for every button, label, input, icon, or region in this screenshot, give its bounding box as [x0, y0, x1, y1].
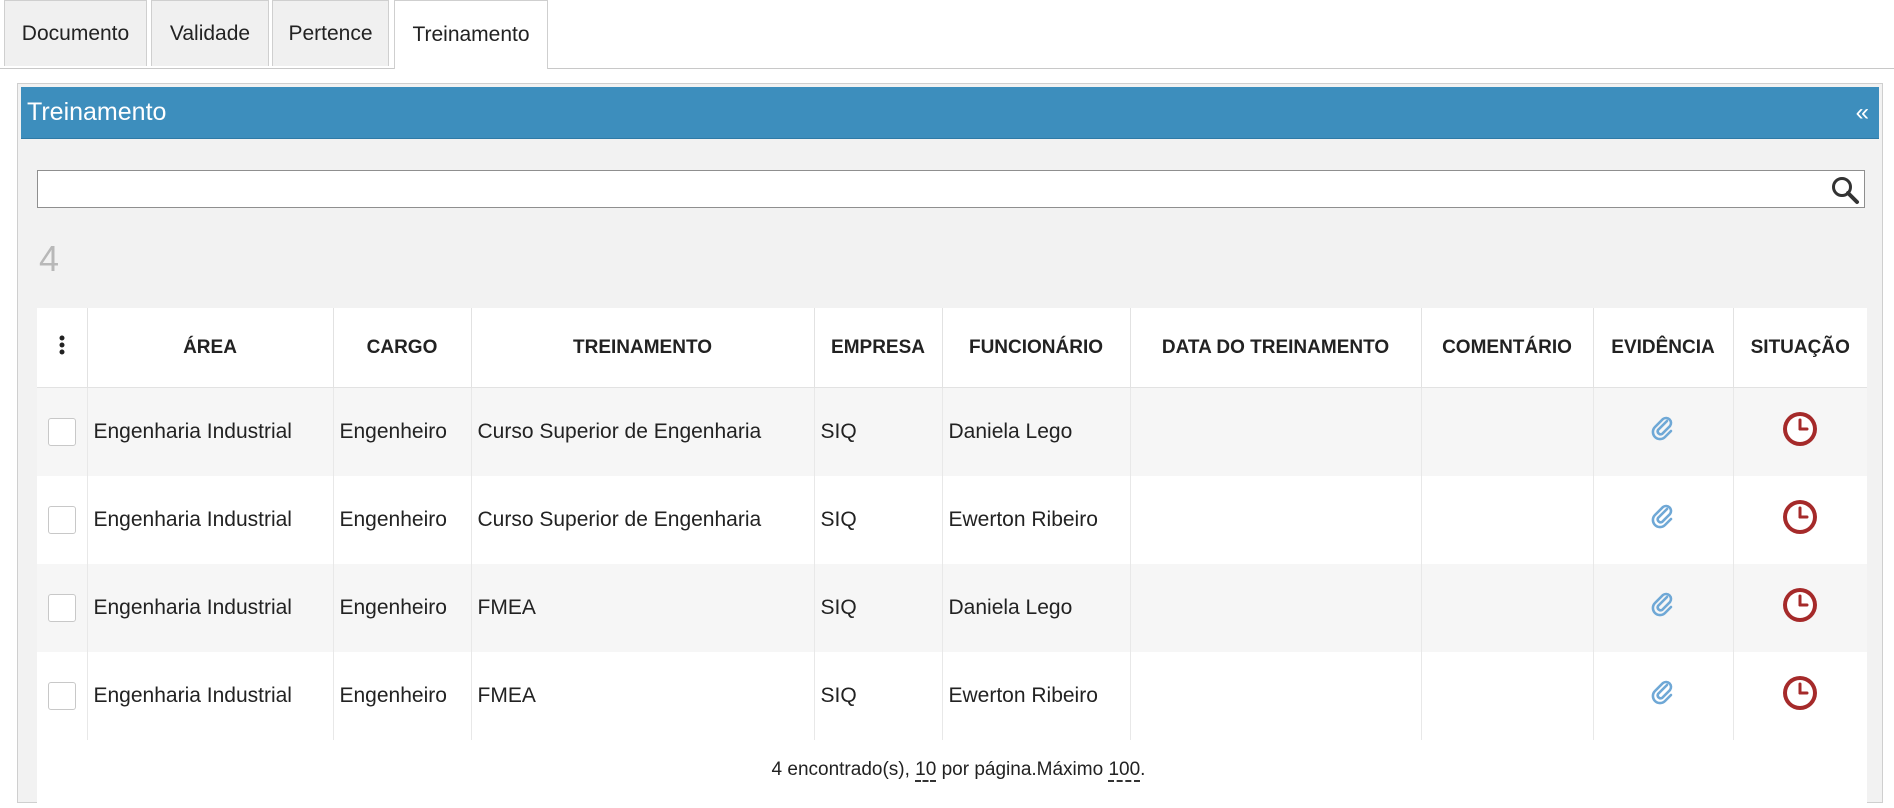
cell-area: Engenharia Industrial [86, 564, 333, 652]
panel-title: Treinamento [27, 98, 167, 126]
cell-funcionario: Ewerton Ribeiro [941, 652, 1130, 740]
cell-comentario [1420, 387, 1593, 476]
row-checkbox[interactable] [47, 418, 76, 446]
clock-icon[interactable] [1780, 673, 1820, 719]
collapse-icon[interactable]: « [1856, 99, 1869, 127]
cell-evidencia [1592, 476, 1733, 564]
treinamento-panel: Treinamento « 4 ÁREA CARGO TREINAMENTO E… [17, 83, 1883, 808]
tab-bar: Documento Validade Pertence Treinamento [0, 0, 1894, 69]
cell-cargo: Engenheiro [332, 652, 471, 740]
cell-situacao [1732, 476, 1867, 564]
tab-treinamento[interactable]: Treinamento [394, 0, 548, 69]
training-table-container: ÁREA CARGO TREINAMENTO EMPRESA FUNCIONÁR… [37, 308, 1867, 808]
training-table: ÁREA CARGO TREINAMENTO EMPRESA FUNCIONÁR… [37, 308, 1867, 800]
row-select-cell [37, 564, 87, 652]
per-page-selector[interactable]: 10 [915, 759, 937, 782]
cell-empresa: SIQ [813, 652, 942, 740]
panel-header: Treinamento « [21, 87, 1879, 139]
paperclip-icon[interactable] [1650, 680, 1676, 712]
table-row[interactable]: Engenharia Industrial Engenheiro Curso Sup… [37, 387, 1867, 476]
column-header-funcionario[interactable]: FUNCIONÁRIO [941, 308, 1130, 388]
table-row[interactable]: Engenharia Industrial Engenheiro FMEA SIQ Ew… [37, 652, 1867, 740]
column-header-empresa[interactable]: EMPRESA [813, 308, 942, 388]
cell-evidencia [1592, 564, 1733, 652]
cell-area: Engenharia Industrial [86, 476, 333, 564]
cell-evidencia [1592, 652, 1733, 740]
table-row[interactable]: Engenharia Industrial Engenheiro Curso Sup… [37, 476, 1867, 564]
table-row[interactable]: Engenharia Industrial Engenheiro FMEA SIQ Da… [37, 564, 1867, 652]
cell-cargo: Engenheiro [332, 387, 471, 476]
clock-icon[interactable] [1780, 585, 1820, 631]
tab-pertence[interactable]: Pertence [272, 0, 389, 66]
clock-icon[interactable] [1780, 497, 1820, 543]
cell-treinamento: FMEA [470, 564, 814, 652]
result-count: 4 [39, 238, 60, 279]
cell-comentario [1420, 476, 1593, 564]
column-menu[interactable] [37, 308, 87, 388]
paperclip-icon[interactable] [1650, 504, 1676, 536]
row-select-cell [37, 476, 87, 564]
cell-situacao [1732, 652, 1867, 740]
per-page-text: por página.Máximo [936, 759, 1109, 780]
cell-area: Engenharia Industrial [86, 387, 333, 476]
end-text: . [1140, 759, 1146, 780]
cell-comentario [1420, 564, 1593, 652]
row-select-cell [37, 387, 87, 476]
row-checkbox[interactable] [47, 682, 76, 710]
cell-cargo: Engenheiro [332, 476, 471, 564]
cell-cargo: Engenheiro [332, 564, 471, 652]
row-select-cell [37, 652, 87, 740]
cell-data [1129, 387, 1421, 476]
search-icon[interactable] [1830, 175, 1860, 205]
paperclip-icon[interactable] [1650, 592, 1676, 624]
cell-data [1129, 476, 1421, 564]
paperclip-icon[interactable] [1650, 416, 1676, 448]
cell-funcionario: Ewerton Ribeiro [941, 476, 1130, 564]
column-header-comentario[interactable]: COMENTÁRIO [1420, 308, 1593, 388]
vertical-dots-icon[interactable] [58, 335, 66, 355]
cell-treinamento: Curso Superior de Engenharia [470, 387, 814, 476]
pagination-info: 4 encontrado(s), 10 por página.Máximo 10… [37, 740, 1867, 800]
search-box [37, 170, 1865, 208]
row-checkbox[interactable] [47, 594, 76, 622]
cell-treinamento: Curso Superior de Engenharia [470, 476, 814, 564]
pagination-footer: 4 encontrado(s), 10 por página.Máximo 10… [37, 740, 1867, 800]
column-header-cargo[interactable]: CARGO [332, 308, 471, 388]
max-selector[interactable]: 100 [1108, 759, 1141, 782]
cell-situacao [1732, 387, 1867, 476]
search-input[interactable] [38, 171, 1818, 207]
table-header-row: ÁREA CARGO TREINAMENTO EMPRESA FUNCIONÁR… [37, 308, 1867, 388]
cell-data [1129, 652, 1421, 740]
cell-comentario [1420, 652, 1593, 740]
cell-treinamento: FMEA [470, 652, 814, 740]
cell-funcionario: Daniela Lego [941, 564, 1130, 652]
cell-area: Engenharia Industrial [86, 652, 333, 740]
cell-empresa: SIQ [813, 387, 942, 476]
tab-validade[interactable]: Validade [151, 0, 269, 66]
clock-icon[interactable] [1780, 409, 1820, 455]
cell-situacao [1732, 564, 1867, 652]
row-checkbox[interactable] [47, 506, 76, 534]
cell-empresa: SIQ [813, 476, 942, 564]
tab-documento[interactable]: Documento [4, 0, 147, 66]
found-text: 4 encontrado(s), [771, 759, 916, 780]
cell-evidencia [1592, 387, 1733, 476]
column-header-evidencia[interactable]: EVIDÊNCIA [1592, 308, 1733, 388]
column-header-treinamento[interactable]: TREINAMENTO [470, 308, 814, 388]
cell-empresa: SIQ [813, 564, 942, 652]
column-header-situacao[interactable]: SITUAÇÃO [1732, 308, 1867, 388]
cell-funcionario: Daniela Lego [941, 387, 1130, 476]
column-header-area[interactable]: ÁREA [86, 308, 333, 388]
cell-data [1129, 564, 1421, 652]
column-header-data[interactable]: DATA DO TREINAMENTO [1129, 308, 1421, 388]
